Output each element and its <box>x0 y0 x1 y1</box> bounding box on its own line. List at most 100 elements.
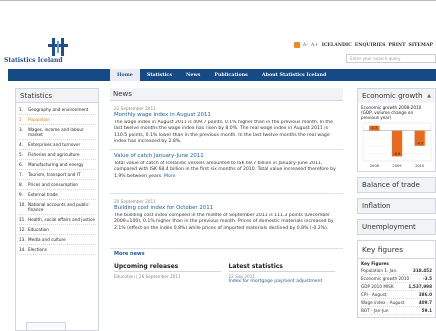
sidebar-item[interactable]: 4. Enterprises and turnover <box>19 140 96 150</box>
icelandic-link[interactable]: ICELANDIC <box>322 43 352 48</box>
sidebar-item[interactable]: 11. Health, social affairs and justice <box>19 215 96 225</box>
nav-news[interactable]: News <box>179 69 207 81</box>
sidebar-item-label: National accounts and public finance <box>28 202 89 212</box>
news-link[interactable]: Value of catch January-June 2011 <box>114 153 339 159</box>
key-figure-label: CPI - August <box>361 292 387 297</box>
key-figure-value: 386.0 <box>418 292 432 297</box>
key-figure-row[interactable]: GDP 2010 MISK 1,537,998 <box>361 283 432 291</box>
sitemap-link[interactable]: SITEMAP <box>409 43 434 48</box>
chevron-up-icon: ▲ <box>427 93 431 99</box>
inflation-header[interactable]: Inflation <box>358 199 435 213</box>
sidebar-item[interactable]: 12. Education <box>19 225 96 235</box>
news-date: 22 September 2011 <box>114 106 156 111</box>
key-figures-title: Key figures <box>358 241 435 259</box>
key-figure-label: BOT - Jan-Jun <box>361 308 389 313</box>
news-link[interactable]: Building cost index for October 2011 <box>114 205 339 211</box>
key-figure-row[interactable]: Economic growth 2010 -3.5 <box>361 275 432 283</box>
sub-columns: Upcoming releases Education | 26 Septemb… <box>110 263 343 284</box>
sidebar-item-num: 6. <box>19 162 23 167</box>
enquiries-link[interactable]: ENQUIRIES <box>355 43 386 48</box>
font-decrease-link[interactable]: A- <box>303 42 308 48</box>
search-input[interactable]: Enter your search query <box>346 54 436 63</box>
sidebar-item-num: 7. <box>19 172 23 177</box>
upcoming-releases: Upcoming releases Education | 26 Septemb… <box>114 263 221 284</box>
key-figure-value: 318.452 <box>412 268 432 273</box>
top-divider <box>0 0 436 1</box>
key-figure-row[interactable]: Wage index - August 409.7 <box>361 299 432 307</box>
sidebar-item-num: 13. <box>19 237 26 242</box>
sidebar-item-num: 1. <box>19 107 23 112</box>
key-figure-value: 59.1 <box>421 308 432 313</box>
more-news-link[interactable]: More news <box>110 249 343 259</box>
nav-about[interactable]: About Statistics Iceland <box>255 69 334 81</box>
sidebar-item-label: Tourism, transport and IT <box>28 172 81 177</box>
sidebar-item[interactable]: 9. External trade <box>19 190 96 200</box>
chart-title: Economic growth 2008-2010 (GDP, volume c… <box>361 105 422 120</box>
utility-links: A- A+ ICELANDIC ENQUIRIES PRINT SITEMAP <box>293 40 436 50</box>
sidebar-item-num: 12. <box>19 227 26 232</box>
sidebar-item[interactable]: 3. Wages, income and labour market <box>19 125 96 140</box>
news-body: Total value of catch of Icelandic vessel… <box>114 161 336 179</box>
news-date: 20 September 2011 <box>114 199 156 204</box>
balance-trade-box: Balance of trade <box>357 177 436 193</box>
sidebar-item[interactable]: 10. National accounts and public finance <box>19 200 96 215</box>
sidebar-item[interactable]: 6. Manufacturing and energy <box>19 160 96 170</box>
sidebar-title: Statistics <box>16 89 98 103</box>
sidebar-item-label: Geography and environment <box>28 107 89 112</box>
sidebar-item-num: 2. <box>19 117 23 122</box>
sidebar-item-num: 9. <box>19 192 23 197</box>
growth-header[interactable]: Economic growth ▲ <box>358 89 435 103</box>
news-link[interactable]: Monthly wage index in August 2011 <box>114 112 339 118</box>
print-link[interactable]: PRINT <box>388 43 405 48</box>
chart-data-label: 1.3 <box>372 126 377 130</box>
sidebar-item[interactable]: 2. Population <box>19 115 96 125</box>
rss-icon[interactable] <box>293 42 300 48</box>
sidebar-item-num: 14. <box>19 247 26 252</box>
unemployment-box: Unemployment <box>357 219 436 235</box>
trade-header[interactable]: Balance of trade <box>358 178 435 192</box>
logo-text: Statistics Iceland <box>4 57 63 64</box>
sidebar-list: 1. Geography and environment 2. Population… <box>16 103 98 255</box>
key-figure-row[interactable]: Population 1. Jan. 318.452 <box>361 267 432 275</box>
nav-home[interactable]: Home <box>110 69 140 81</box>
news-more-link[interactable]: More <box>164 174 175 179</box>
inflation-title: Inflation <box>362 202 391 210</box>
site-logo[interactable]: Statistics Iceland <box>4 38 88 70</box>
key-figure-label: GDP 2010 MISK <box>361 284 394 289</box>
sidebar-item-label: Fisheries and agriculture <box>28 152 80 157</box>
chart-data-label: -4.0 <box>416 141 423 145</box>
latest-statistics: Latest statistics 22 Sep 2011 Index for … <box>228 263 336 284</box>
sidebar-item[interactable]: 5. Fisheries and agriculture <box>19 150 96 160</box>
key-figure-row[interactable]: CPI - August 386.0 <box>361 291 432 299</box>
chart-data-label: -6.8 <box>394 152 401 156</box>
news-title: News <box>110 88 343 101</box>
nav-publications[interactable]: Publications <box>207 69 255 81</box>
sidebar-item[interactable]: 1. Geography and environment <box>19 105 96 115</box>
sidebar-item-label: Population <box>28 117 51 122</box>
latest-link[interactable]: Index for mortgage payment adjustment <box>229 279 336 284</box>
sidebar-item-label: Education <box>28 227 49 232</box>
font-increase-link[interactable]: A+ <box>311 42 319 48</box>
key-figure-value: 1,537,998 <box>408 284 432 289</box>
economic-growth-box: Economic growth ▲ Economic growth 2008-20… <box>357 88 436 172</box>
growth-chart: 1.3 2008 -6.8 2009 -4.0 2010 <box>362 122 432 168</box>
nav-statistics[interactable]: Statistics <box>140 69 179 81</box>
news-body: The building cost index compiled in the … <box>114 213 334 231</box>
sidebar-item-label: Elections <box>28 247 47 252</box>
key-figure-label: Population 1. Jan. <box>361 268 398 273</box>
news-body-wrap: Total value of catch of Icelandic vessel… <box>114 161 339 180</box>
upcoming-line: Education | 26 September 2011 <box>114 274 181 279</box>
sidebar-item[interactable]: 8. Prices and consumption <box>19 180 96 190</box>
sidebar-bottom-tab[interactable] <box>26 322 66 330</box>
key-figure-value: 409.7 <box>418 300 432 305</box>
key-figures-box: Key figures Key Figures Population 1. Ja… <box>357 240 436 318</box>
sidebar-item-num: 8. <box>19 182 23 187</box>
sidebar-item[interactable]: 14. Elections <box>19 245 96 255</box>
sidebar-item[interactable]: 7. Tourism, transport and IT <box>19 170 96 180</box>
chart-box: Economic growth 2008-2010 (GDP, volume c… <box>358 103 435 171</box>
chart-tick-label: 2009 <box>392 164 402 168</box>
sidebar-item-num: 4. <box>19 142 23 147</box>
unemployment-header[interactable]: Unemployment <box>358 220 435 234</box>
sidebar-item[interactable]: 13. Media and culture <box>19 235 96 245</box>
key-figure-row[interactable]: BOT - Jan-Jun 59.1 <box>361 307 432 315</box>
